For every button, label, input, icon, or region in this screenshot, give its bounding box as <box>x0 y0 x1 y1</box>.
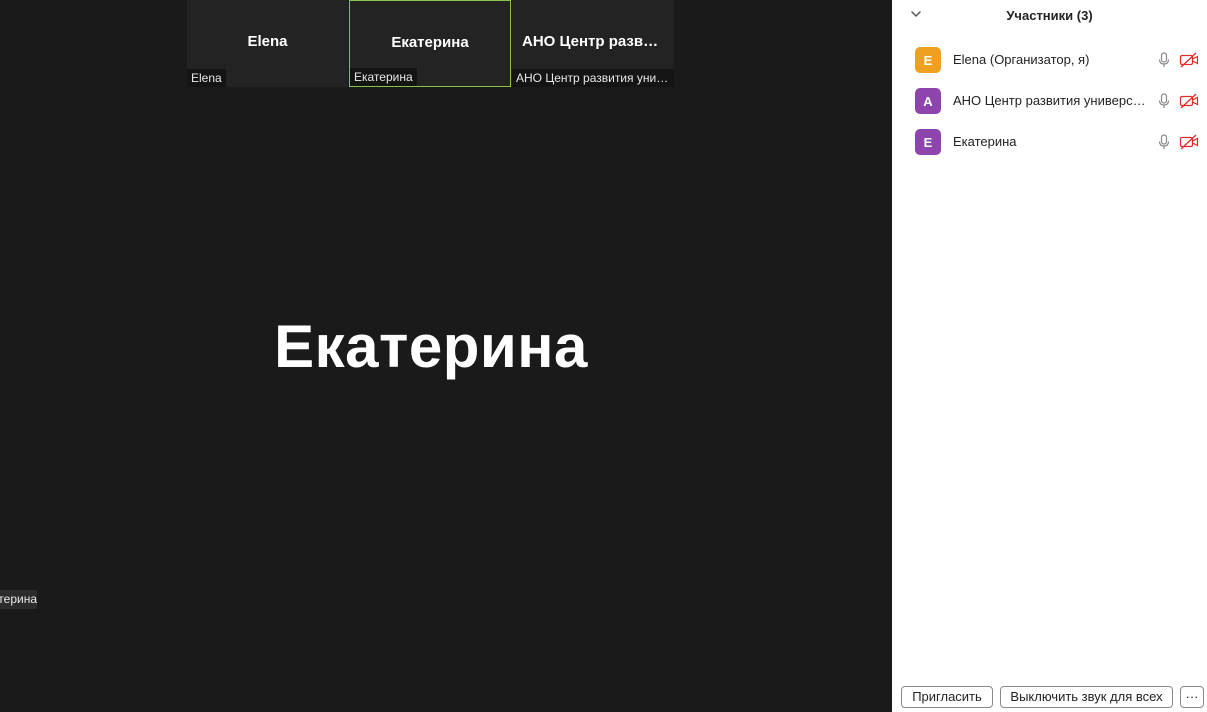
participants-panel: Участники (3) E Elena (Организатор, я) А… <box>892 0 1207 712</box>
main-speaker-name: Екатерина <box>274 313 588 380</box>
mic-icon[interactable] <box>1157 52 1171 68</box>
participant-name: АНО Центр развития универсальных компете… <box>953 93 1149 108</box>
invite-button[interactable]: Пригласить <box>901 686 993 708</box>
video-off-icon[interactable] <box>1179 134 1199 150</box>
participants-footer: Пригласить Выключить звук для всех ··· <box>892 686 1207 710</box>
video-tile-ekaterina[interactable]: Екатерина Екатерина <box>349 0 511 87</box>
participant-row-elena[interactable]: E Elena (Организатор, я) <box>892 40 1207 81</box>
mute-all-button[interactable]: Выключить звук для всех <box>1000 686 1173 708</box>
video-off-icon[interactable] <box>1179 52 1199 68</box>
avatar: Е <box>915 129 941 155</box>
avatar: А <box>915 88 941 114</box>
tile-name-label: АНО Центр развития универсальных компете… <box>512 69 674 87</box>
avatar: E <box>915 47 941 73</box>
tile-name-label: Elena <box>187 69 226 87</box>
more-options-button[interactable]: ··· <box>1180 686 1204 708</box>
tile-display-name: АНО Центр развития универсальных компете… <box>522 33 674 50</box>
video-area: Elena Elena Екатерина Екатерина АНО Цент… <box>0 0 892 712</box>
participant-row-ano-center[interactable]: А АНО Центр развития универсальных компе… <box>892 81 1207 122</box>
main-speaker-label: Екатерина <box>0 590 37 609</box>
video-off-icon[interactable] <box>1179 93 1199 109</box>
tile-display-name: Екатерина <box>391 34 469 51</box>
participants-title: Участники (3) <box>1006 8 1093 23</box>
tile-display-name: Elena <box>247 33 288 50</box>
mic-icon[interactable] <box>1157 93 1171 109</box>
tile-name-label: Екатерина <box>350 68 417 86</box>
video-tile-elena[interactable]: Elena Elena <box>187 0 348 87</box>
participant-name: Екатерина <box>953 134 1017 149</box>
meeting-window: Elena Elena Екатерина Екатерина АНО Цент… <box>0 0 1207 712</box>
video-tile-ano-center[interactable]: АНО Центр развития универсальных компете… <box>512 0 674 87</box>
participants-header: Участники (3) <box>892 0 1207 32</box>
participant-row-ekaterina[interactable]: Е Екатерина <box>892 122 1207 163</box>
mic-icon[interactable] <box>1157 134 1171 150</box>
participant-name: Elena (Организатор, я) <box>953 52 1090 67</box>
